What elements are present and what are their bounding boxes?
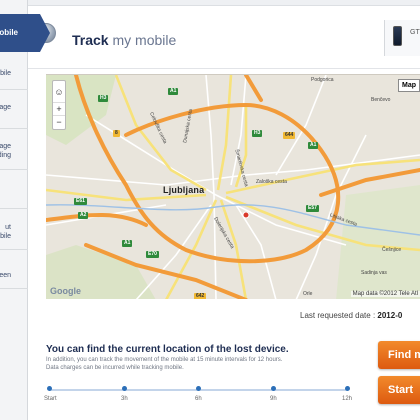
map-city-label: Ljubljana — [163, 185, 205, 195]
slider-tick[interactable] — [122, 386, 127, 391]
find-mobile-button[interactable]: Find m — [378, 341, 420, 369]
map[interactable]: ☺ + − Map Ljubljana Podgorica Benčevo Ce… — [46, 74, 420, 299]
road-shield: H3 — [98, 95, 109, 102]
last-requested-label: Last requested date : — [300, 311, 376, 320]
device-selector[interactable]: GT — [384, 20, 420, 56]
map-copyright: Map data ©2012 Tele Atl — [350, 291, 420, 297]
sidebar-item-label: essage — [0, 104, 11, 111]
phone-icon — [393, 26, 402, 46]
road-shield: 642 — [194, 293, 207, 299]
sidebar: obile essage essage ding ut obile een — [0, 0, 28, 420]
map-label: Sadinja vas — [361, 270, 387, 276]
sidebar-item-6[interactable]: een — [0, 251, 28, 289]
road-shield: A2 — [78, 212, 89, 219]
device-label: GT — [410, 29, 420, 36]
slider-tick[interactable] — [345, 386, 350, 391]
last-requested-value: 2012-0 — [377, 311, 403, 320]
map-logo: Google — [50, 286, 81, 296]
road-shield: A1 — [308, 142, 319, 149]
road-shield: 8 — [113, 130, 120, 137]
map-label: Podgorica — [311, 77, 334, 83]
road-shield: E57 — [306, 205, 319, 212]
zoom-in-button[interactable]: + — [53, 103, 65, 116]
tracking-note-2: Data charges can be incurred while track… — [46, 365, 184, 371]
page-title: Track my mobile — [72, 32, 176, 48]
road-shield: A1 — [168, 88, 179, 95]
tracking-headline: You can find the current location of the… — [46, 344, 289, 355]
sidebar-item-5[interactable]: ut obile — [0, 210, 28, 250]
zoom-out-button[interactable]: − — [53, 116, 65, 128]
sidebar-item-1[interactable]: obile — [0, 56, 28, 90]
map-label: Češnjice — [382, 247, 402, 253]
sidebar-item-sublabel: ding — [0, 152, 11, 159]
sidebar-item-2[interactable]: essage — [0, 91, 28, 129]
map-roads — [46, 75, 420, 299]
pegman-icon[interactable]: ☺ — [53, 81, 65, 103]
sidebar-item-label: obile — [0, 70, 11, 77]
last-requested: Last requested date : 2012-0 — [300, 311, 402, 320]
top-bar — [28, 0, 420, 6]
map-label: Zaloška cesta — [256, 179, 287, 185]
slider-tick-label: Start — [44, 396, 57, 402]
sidebar-item-active[interactable]: obile — [0, 14, 50, 52]
page-title-rest: my mobile — [112, 32, 177, 48]
sidebar-item-4[interactable] — [0, 171, 28, 209]
sidebar-item-3[interactable]: essage ding — [0, 130, 28, 170]
slider-tick[interactable] — [196, 386, 201, 391]
slider-tick-label: 3h — [121, 396, 128, 402]
map-label: Orle — [303, 291, 313, 297]
start-tracking-button[interactable]: Start — [378, 376, 420, 404]
page-title-bold: Track — [72, 32, 109, 48]
slider-tick[interactable] — [47, 386, 52, 391]
map-label: Benčevo — [371, 97, 391, 103]
slider-tick-label: 6h — [195, 396, 202, 402]
road-shield: E61 — [74, 198, 87, 205]
road-shield: E70 — [146, 251, 159, 258]
map-type-button[interactable]: Map — [398, 79, 420, 92]
tracking-note-1: In addition, you can track the movement … — [46, 357, 283, 363]
road-shield: H3 — [252, 130, 263, 137]
road-shield: A1 — [122, 240, 133, 247]
sidebar-active-label: obile — [0, 28, 18, 37]
slider-tick[interactable] — [271, 386, 276, 391]
sidebar-item-sublabel: obile — [0, 233, 11, 240]
map-zoom-control[interactable]: ☺ + − — [52, 80, 66, 130]
sidebar-item-label: een — [0, 272, 11, 279]
slider-tick-label: 9h — [270, 396, 277, 402]
slider-tick-label: 12h — [342, 396, 353, 402]
road-shield: 644 — [283, 132, 296, 139]
